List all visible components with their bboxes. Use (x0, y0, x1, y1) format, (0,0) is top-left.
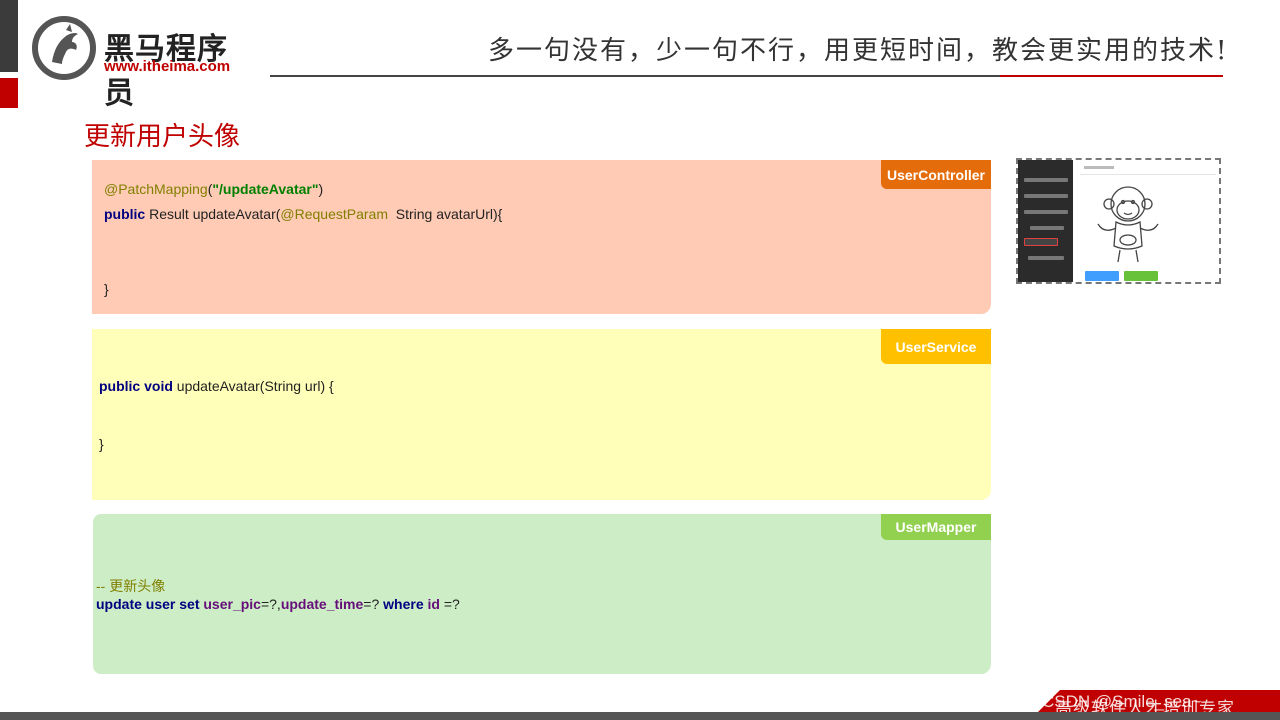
sql-placeholder-1: =?, (260, 596, 281, 612)
left-edge-dark-bar (0, 0, 18, 72)
header-divider-accent (1000, 75, 1223, 77)
mapper-tag: UserMapper (881, 514, 991, 540)
paren-close: ) (318, 181, 324, 197)
sql-field-id: id (427, 596, 444, 612)
service-tag: UserService (881, 329, 991, 364)
sql-update-keyword: update user set (96, 596, 204, 612)
csdn-watermark: CSDN @Smile_sea~ (1042, 692, 1202, 711)
service-line-1: public void updateAvatar(String url) { (99, 378, 334, 394)
brand-logo: 黑马程序员 www.itheima.com (32, 16, 252, 111)
thumb-menu-item (1024, 194, 1068, 198)
method-params: String avatarUrl){ (387, 206, 503, 222)
controller-tag: UserController (881, 160, 991, 189)
sql-placeholder-3: =? (443, 596, 460, 612)
thumb-heading (1084, 166, 1114, 169)
sql-field-update-time: update_time (280, 596, 364, 612)
service-code-panel: UserService public void updateAvatar(Str… (92, 329, 991, 500)
cartoon-avatar-icon (1097, 186, 1159, 263)
public-void-keyword: public void (99, 378, 173, 394)
method-signature: Result updateAvatar( (145, 206, 281, 222)
service-close-brace: } (99, 436, 104, 452)
thumb-menu-item (1028, 256, 1064, 260)
footer-bar (0, 712, 1280, 720)
request-param-annotation: @RequestParam (280, 206, 388, 222)
sql-field-user-pic: user_pic (203, 596, 261, 612)
mapper-code-panel: UserMapper -- 更新头像 update user set user_… (93, 514, 991, 674)
controller-close-brace: } (104, 281, 109, 297)
header-slogan: 多一句没有，少一句不行，用更短时间，教会更实用的技术! (488, 36, 1229, 66)
thumb-select-image-button (1085, 271, 1119, 281)
sql-where-keyword: where (383, 596, 428, 612)
controller-line-1: @PatchMapping("/updateAvatar") (104, 181, 323, 197)
page-title: 更新用户头像 (84, 122, 241, 152)
thumb-upload-avatar-button (1124, 271, 1158, 281)
avatar-upload-screenshot (1016, 158, 1221, 284)
thumb-menu-item (1030, 226, 1064, 230)
thumb-menu-item (1024, 178, 1068, 182)
public-keyword: public (104, 206, 146, 222)
service-method-signature: updateAvatar(String url) { (172, 378, 334, 394)
brand-url: www.itheima.com (104, 58, 231, 75)
controller-code-panel: UserController @PatchMapping("/updateAva… (92, 160, 991, 314)
controller-line-2: public Result updateAvatar(@RequestParam… (104, 206, 502, 222)
thumb-menu-item (1024, 210, 1068, 214)
thumb-rule (1080, 174, 1216, 175)
sql-statement: update user set user_pic=?,update_time=?… (96, 596, 460, 612)
horse-head-icon (32, 16, 96, 80)
patch-mapping-annotation: @PatchMapping (104, 181, 208, 197)
left-edge-red-bar (0, 78, 18, 108)
thumb-menu-item-active (1024, 238, 1058, 246)
mapping-path-string: "/updateAvatar" (212, 181, 319, 197)
sql-placeholder-2: =? (363, 596, 384, 612)
sql-comment: -- 更新头像 (96, 578, 166, 594)
